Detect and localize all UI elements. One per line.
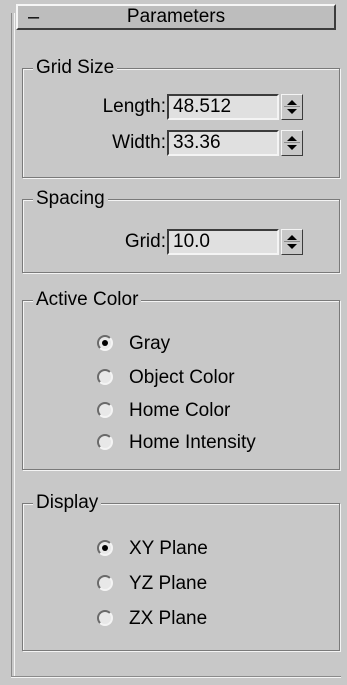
rollout-left-border — [11, 13, 15, 678]
active-color-group: Active Color Gray Object Color Home Colo… — [22, 288, 340, 470]
radio-yz-plane-label: YZ Plane — [129, 573, 208, 594]
radio-selected-icon — [97, 540, 113, 556]
length-row: Length: 48.512 — [23, 93, 341, 121]
radio-unselected-icon — [97, 610, 113, 626]
width-spinner-icon[interactable] — [281, 130, 303, 156]
length-input[interactable]: 48.512 — [167, 94, 279, 120]
grid-spinner-icon[interactable] — [281, 229, 303, 255]
display-group: Display XY Plane YZ Plane ZX Plane — [22, 491, 340, 651]
radio-home-intensity-label: Home Intensity — [129, 432, 256, 453]
radio-unselected-icon — [97, 434, 113, 450]
rollout-bottom-border — [11, 676, 341, 678]
radio-xy-plane-label: XY Plane — [129, 538, 208, 559]
spacing-group: Spacing Grid: 10.0 — [22, 187, 341, 273]
grid-size-group-label: Grid Size — [33, 56, 118, 80]
radio-zx-plane-label: ZX Plane — [129, 608, 208, 629]
active-color-group-label: Active Color — [33, 288, 142, 312]
display-group-label: Display — [33, 491, 102, 515]
parameters-rollout-header[interactable]: – Parameters — [16, 4, 336, 30]
radio-unselected-icon — [97, 575, 113, 591]
radio-object-color-label: Object Color — [129, 367, 235, 388]
grid-size-group: Grid Size Length: 48.512 Width: 33.36 — [22, 56, 341, 178]
grid-row: Grid: 10.0 — [23, 228, 341, 256]
radio-home-color-label: Home Color — [129, 400, 231, 421]
radio-unselected-icon — [97, 402, 113, 418]
grid-label: Grid: — [124, 231, 166, 252]
width-row: Width: 33.36 — [23, 129, 341, 157]
width-label: Width: — [112, 132, 166, 153]
rollout-title: Parameters — [126, 6, 226, 27]
radio-selected-icon — [97, 335, 113, 351]
length-label: Length: — [102, 96, 166, 117]
radio-gray-label: Gray — [129, 333, 171, 354]
grid-spacing-input[interactable]: 10.0 — [167, 229, 279, 255]
length-spinner-icon[interactable] — [281, 94, 303, 120]
width-input[interactable]: 33.36 — [167, 130, 279, 156]
radio-unselected-icon — [97, 369, 113, 385]
spacing-group-label: Spacing — [33, 187, 108, 211]
